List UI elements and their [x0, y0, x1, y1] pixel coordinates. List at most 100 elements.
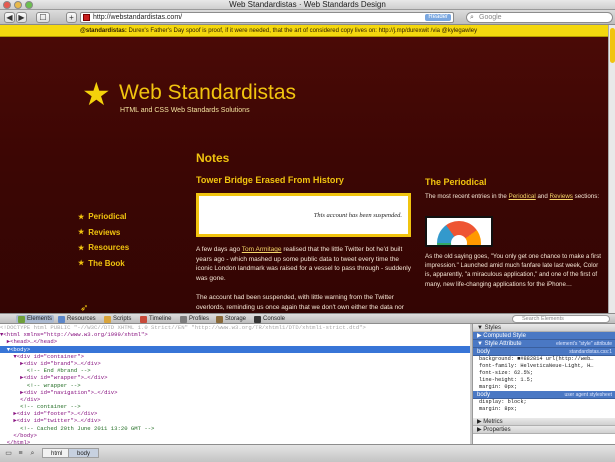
tweet-handle[interactable]: @standardistas:: [80, 28, 127, 34]
elements-search-input[interactable]: Search Elements: [512, 315, 610, 323]
dom-node[interactable]: </div>: [0, 396, 470, 403]
tab-storage[interactable]: Storage: [216, 315, 246, 323]
feather-icon: ➶: [80, 303, 89, 313]
post-paragraph-1: A few days ago Tom Armitage realised tha…: [196, 245, 414, 283]
dom-comment[interactable]: <!-- Cached 20th June 2011 13:20 GMT -->: [0, 425, 470, 432]
dom-node[interactable]: </body>: [0, 432, 470, 439]
address-bar[interactable]: http://webstandardistas.com/ Reader: [80, 12, 454, 23]
nav-item-reviews[interactable]: ★ Reviews: [78, 225, 129, 241]
periodical-thumbnail[interactable]: [425, 216, 493, 247]
tab-scripts[interactable]: Scripts: [104, 315, 131, 323]
forward-button[interactable]: ▶: [16, 12, 27, 23]
dom-node[interactable]: ▼<div id="container">: [0, 353, 470, 360]
site-subtitle: HTML and CSS Web Standards Solutions: [120, 107, 250, 114]
tab-label: Profiles: [189, 316, 210, 322]
dom-node[interactable]: ▶<head>…</head>: [0, 338, 470, 345]
nav-label: Reviews: [88, 227, 121, 237]
nav-item-the-book[interactable]: ★ The Book: [78, 256, 129, 272]
site-title[interactable]: Web Standardistas: [119, 81, 296, 105]
sidebar-intro: The most recent entries in the Periodica…: [425, 192, 605, 201]
metrics-section-header[interactable]: ▶ Metrics: [473, 418, 615, 426]
window-title: Web Standardistas · Web Standards Design: [229, 0, 386, 9]
nav-item-resources[interactable]: ★ Resources: [78, 240, 129, 256]
bookmarks-icon[interactable]: ☐: [36, 12, 50, 23]
css-property[interactable]: margin: 0px;: [473, 384, 615, 391]
nav-label: The Book: [88, 258, 125, 268]
tab-label: Elements: [27, 316, 53, 322]
minimize-window-button[interactable]: [14, 1, 22, 9]
computed-style-header[interactable]: ▶ Computed Style: [473, 332, 615, 340]
tab-label: Resources: [67, 316, 96, 322]
console-toggle-icon[interactable]: ≡: [16, 449, 25, 458]
dom-comment[interactable]: <!-- End #brand -->: [0, 367, 470, 374]
elements-icon: [18, 315, 25, 323]
css-property[interactable]: font-size: 62.5%;: [473, 370, 615, 377]
suspended-text: This account has been suspended.: [313, 212, 402, 219]
css-property[interactable]: display: block;: [473, 399, 615, 406]
section-label: Metrics: [483, 419, 503, 425]
css-property[interactable]: line-height: 1.5;: [473, 377, 615, 384]
tab-timeline[interactable]: Timeline: [140, 315, 171, 323]
window-titlebar: Web Standardistas · Web Standards Design: [0, 0, 615, 10]
add-bookmark-button[interactable]: +: [66, 12, 77, 23]
dom-comment[interactable]: <!-- wrapper -->: [0, 382, 470, 389]
zoom-window-button[interactable]: [25, 1, 33, 9]
suspended-notice: This account has been suspended.: [196, 193, 411, 237]
dom-node[interactable]: ▶<div id="footer">…</div>: [0, 410, 470, 417]
breadcrumb-html[interactable]: html: [42, 448, 72, 458]
rule-body-header[interactable]: body standardistas.css:1: [473, 348, 615, 356]
author-link[interactable]: Tom Armitage: [242, 246, 282, 253]
post-title[interactable]: Tower Bridge Erased From History: [196, 175, 344, 185]
rule-useragent-header[interactable]: body user agent stylesheet: [473, 391, 615, 399]
console-icon: [254, 315, 261, 323]
css-property[interactable]: font-family: HelveticaNeue-Light, H…: [473, 363, 615, 370]
tab-elements[interactable]: Elements: [16, 315, 55, 323]
scrollbar-thumb[interactable]: [610, 28, 615, 63]
tab-console[interactable]: Console: [254, 315, 285, 323]
periodical-link[interactable]: Periodical: [509, 193, 536, 200]
dom-node[interactable]: ▼<html xmlns="http://www.w3.org/1999/xht…: [0, 331, 470, 338]
color-wheel-center: [451, 235, 467, 245]
search-field[interactable]: ⌕ Google: [466, 12, 613, 23]
rule-selector: body: [477, 392, 491, 398]
sidebar-heading: The Periodical: [425, 177, 487, 187]
reviews-link[interactable]: Reviews: [550, 193, 573, 200]
inspect-icon[interactable]: ⌕: [28, 449, 37, 458]
back-button[interactable]: ◀: [4, 12, 15, 23]
notes-heading: Notes: [196, 151, 230, 165]
section-label: Computed Style: [483, 333, 526, 339]
dock-icon[interactable]: ▭: [4, 449, 13, 458]
dom-node[interactable]: ▶<div id="wrapper">…</div>: [0, 374, 470, 381]
browser-toolbar: ◀ ▶ ☐ + http://webstandardistas.com/ Rea…: [0, 10, 615, 25]
css-property-overridden[interactable]: margin: 8px;: [473, 406, 615, 413]
address-url: http://webstandardistas.com/: [93, 14, 183, 21]
tab-resources[interactable]: Resources: [58, 315, 96, 323]
styles-section-header[interactable]: ▼ Styles: [473, 324, 615, 332]
star-logo-icon: ★: [82, 76, 111, 112]
timeline-icon: [140, 315, 147, 323]
rule-source: element's "style" attribute: [556, 341, 612, 347]
resources-icon: [58, 315, 65, 323]
dom-node-selected[interactable]: ▼<body>: [0, 345, 470, 353]
close-window-button[interactable]: [3, 1, 11, 9]
dom-comment[interactable]: <!-- container -->: [0, 403, 470, 410]
reader-button[interactable]: Reader: [425, 14, 451, 21]
dom-node[interactable]: ▶<div id="brand">…</div>: [0, 360, 470, 367]
style-attribute-header[interactable]: ▼ Style Attribute element's "style" attri…: [473, 340, 615, 348]
star-bullet-icon: ★: [78, 213, 85, 221]
css-property[interactable]: background: ■#882814 url(http://web…: [473, 356, 615, 363]
page-scrollbar[interactable]: [608, 25, 615, 313]
dom-node[interactable]: ▶<div id="twitter">…</div>: [0, 417, 470, 424]
dom-node[interactable]: <!DOCTYPE html PUBLIC "-//W3C//DTD XHTML…: [0, 324, 470, 331]
breadcrumb-body[interactable]: body: [68, 448, 100, 458]
tab-label: Timeline: [149, 316, 172, 322]
dom-tree-panel[interactable]: <!DOCTYPE html PUBLIC "-//W3C//DTD XHTML…: [0, 324, 470, 444]
nav-item-periodical[interactable]: ★ Periodical: [78, 209, 129, 225]
properties-section-header[interactable]: ▶ Properties: [473, 426, 615, 434]
rule-source-link[interactable]: standardistas.css:1: [569, 348, 612, 356]
section-label: Styles: [484, 325, 501, 331]
storage-icon: [216, 315, 223, 323]
tab-profiles[interactable]: Profiles: [180, 315, 209, 323]
dom-node[interactable]: ▶<div id="navigation">…</div>: [0, 389, 470, 396]
tab-label: Scripts: [113, 316, 132, 322]
